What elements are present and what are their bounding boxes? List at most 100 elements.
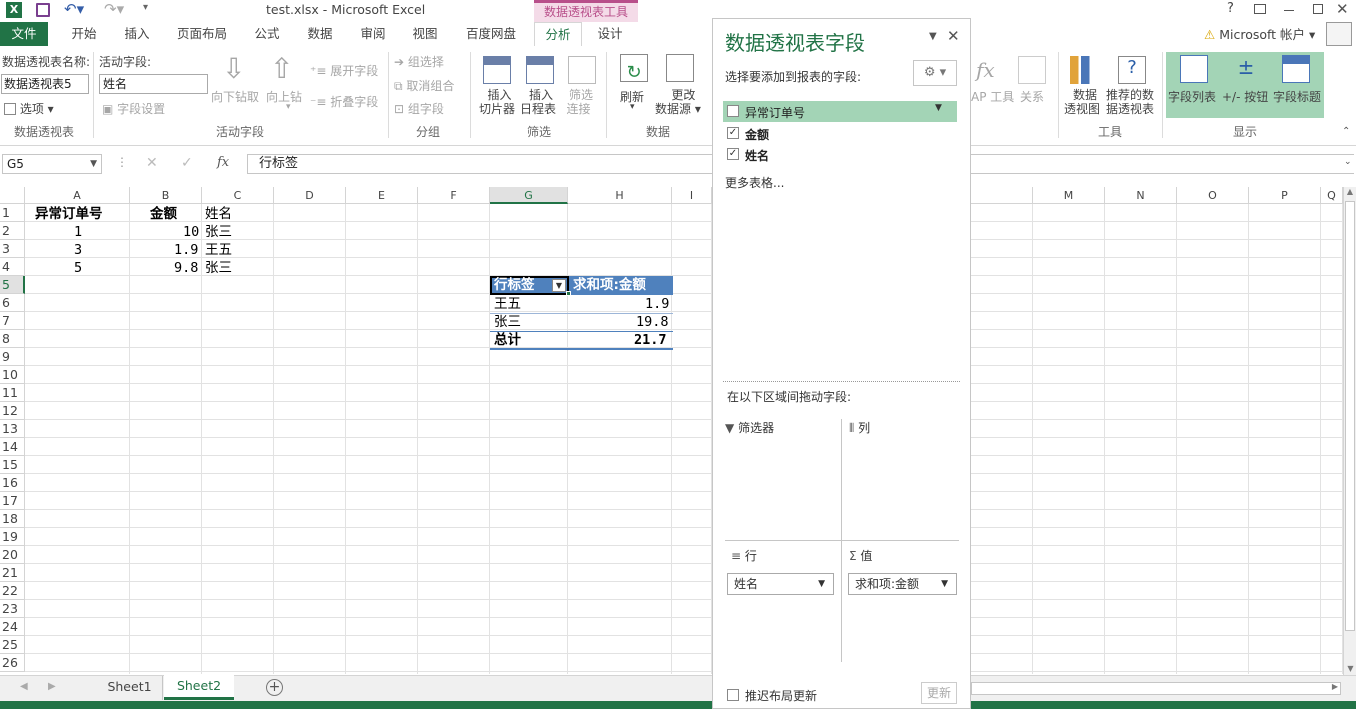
- cell-b1[interactable]: 金额: [150, 205, 177, 223]
- save-icon[interactable]: [36, 3, 50, 17]
- row-header[interactable]: 13: [0, 420, 25, 438]
- customize-qat-icon[interactable]: ▾: [143, 2, 148, 13]
- rows-area[interactable]: ≡ 行: [731, 547, 841, 657]
- row-header[interactable]: 4: [0, 258, 25, 276]
- update-button[interactable]: 更新: [921, 682, 957, 704]
- pivot-row-name-0[interactable]: 王五: [494, 295, 521, 313]
- cell-c2[interactable]: 张三: [205, 223, 232, 241]
- values-area[interactable]: Σ 值: [849, 547, 959, 657]
- sheet-tab-1[interactable]: Sheet1: [97, 676, 163, 700]
- row-header[interactable]: 11: [0, 384, 25, 402]
- column-header[interactable]: B: [130, 187, 202, 204]
- help-icon[interactable]: ?: [1227, 1, 1234, 16]
- row-header[interactable]: 22: [0, 582, 25, 600]
- column-header[interactable]: E: [346, 187, 418, 204]
- pivot-filter-dropdown-icon[interactable]: ▼: [552, 279, 566, 292]
- tab-view[interactable]: 视图: [404, 22, 446, 46]
- panel-splitter[interactable]: [723, 381, 960, 382]
- avatar[interactable]: [1326, 22, 1352, 46]
- tab-review[interactable]: 审阅: [352, 22, 394, 46]
- ribbon-options-icon[interactable]: [1254, 4, 1266, 14]
- tab-home[interactable]: 开始: [62, 22, 106, 46]
- pivot-row-name-1[interactable]: 张三: [494, 313, 521, 331]
- tab-analyze[interactable]: 分析: [534, 22, 582, 46]
- cell-a4[interactable]: 5: [74, 259, 82, 277]
- row-header[interactable]: 26: [0, 654, 25, 672]
- fill-handle[interactable]: [566, 291, 571, 296]
- scroll-up-icon[interactable]: ▲: [1344, 187, 1356, 196]
- row-header[interactable]: 21: [0, 564, 25, 582]
- tab-file[interactable]: 文件: [0, 22, 48, 46]
- row-header[interactable]: 18: [0, 510, 25, 528]
- scroll-thumb[interactable]: [1345, 201, 1355, 631]
- minimize-icon[interactable]: [1284, 10, 1294, 11]
- cell-a2[interactable]: 1: [74, 223, 82, 241]
- cell-a1[interactable]: 异常订单号: [35, 205, 103, 223]
- row-header[interactable]: 8: [0, 330, 25, 348]
- expand-formula-icon[interactable]: ⌄: [1344, 157, 1352, 167]
- defer-update-checkbox[interactable]: [727, 689, 739, 701]
- row-header[interactable]: 6: [0, 294, 25, 312]
- cell-a3[interactable]: 3: [74, 241, 82, 259]
- account-label[interactable]: ⚠ Microsoft 帐户 ▾: [1204, 24, 1315, 43]
- field-checkbox-1[interactable]: ✓: [727, 127, 739, 139]
- pivot-row-value-0[interactable]: 1.9: [645, 295, 669, 313]
- more-tables-link[interactable]: 更多表格...: [725, 174, 784, 191]
- column-header[interactable]: O: [1177, 187, 1249, 204]
- tab-baidu[interactable]: 百度网盘: [458, 22, 524, 46]
- insert-function-icon[interactable]: fx: [217, 155, 229, 170]
- collapse-ribbon-icon[interactable]: ⌃: [1342, 126, 1350, 137]
- field-item-2[interactable]: ✓ 姓名: [723, 144, 957, 165]
- column-header[interactable]: F: [418, 187, 490, 204]
- row-header[interactable]: 9: [0, 348, 25, 366]
- row-header[interactable]: 17: [0, 492, 25, 510]
- restore-icon[interactable]: [1313, 4, 1323, 14]
- horizontal-scrollbar[interactable]: ▶: [971, 682, 1341, 695]
- panel-close-icon[interactable]: ✕: [947, 27, 960, 45]
- field-item-1[interactable]: ✓ 金额: [723, 123, 957, 144]
- enter-formula-icon[interactable]: ✓: [181, 155, 193, 171]
- row-header[interactable]: 24: [0, 618, 25, 636]
- sheet-tab-2[interactable]: Sheet2: [164, 675, 234, 700]
- filter-connections-button[interactable]: 筛选 连接: [564, 88, 594, 116]
- undo-icon[interactable]: ↶▾: [64, 0, 84, 18]
- panel-menu-icon[interactable]: ▼: [929, 31, 937, 42]
- cell-b3[interactable]: 1.9: [174, 241, 198, 259]
- tab-design[interactable]: 设计: [588, 22, 632, 46]
- row-header[interactable]: 5: [0, 276, 25, 294]
- column-header[interactable]: P: [1249, 187, 1321, 204]
- cell-c1[interactable]: 姓名: [205, 205, 232, 223]
- column-header[interactable]: D: [274, 187, 346, 204]
- pivot-total-label[interactable]: 总计: [494, 331, 521, 349]
- pivot-row-value-1[interactable]: 19.8: [636, 313, 669, 331]
- cell-c3[interactable]: 王五: [205, 241, 232, 259]
- close-window-icon[interactable]: ✕: [1336, 0, 1349, 18]
- field-checkbox-0[interactable]: [727, 105, 739, 117]
- options-button[interactable]: 选项 ▾: [4, 100, 54, 117]
- plus-minus-button[interactable]: +/- 按钮: [1222, 88, 1268, 105]
- sheet-prev-icon[interactable]: ◀: [20, 681, 28, 692]
- column-header[interactable]: M: [1033, 187, 1105, 204]
- cell-b4[interactable]: 9.8: [174, 259, 198, 277]
- recommended-pivot-button[interactable]: 推荐的数 据透视表: [1106, 88, 1154, 116]
- tab-insert[interactable]: 插入: [116, 22, 158, 46]
- group-field-button[interactable]: ⊡ 组字段: [394, 100, 444, 117]
- panel-tools-button[interactable]: ⚙ ▾: [913, 60, 957, 86]
- column-header[interactable]: Q: [1321, 187, 1343, 204]
- row-header[interactable]: 19: [0, 528, 25, 546]
- cell-b2[interactable]: 10: [183, 223, 199, 241]
- worksheet-grid[interactable]: ABCDEFGHI 1 2 3 4 5 6 7 8 9 10 11 12 13 14 15 16 17 18 19 2…: [0, 187, 712, 674]
- row-header[interactable]: 25: [0, 636, 25, 654]
- scroll-right-icon[interactable]: ▶: [1332, 682, 1338, 691]
- column-header[interactable]: [971, 187, 1033, 204]
- add-sheet-icon[interactable]: +: [266, 679, 283, 696]
- sheet-next-icon[interactable]: ▶: [48, 681, 56, 692]
- insert-slicer-button[interactable]: 插入 切片器: [479, 88, 515, 116]
- field-item-0[interactable]: 异常订单号 ▼: [723, 101, 957, 122]
- pivotchart-button[interactable]: 数据 透视图: [1064, 88, 1100, 116]
- row-header[interactable]: 20: [0, 546, 25, 564]
- row-header[interactable]: 2: [0, 222, 25, 240]
- change-source-button[interactable]: 更改 数据源 ▾: [655, 88, 701, 116]
- column-header[interactable]: N: [1105, 187, 1177, 204]
- olap-tools-button[interactable]: AP 工具: [971, 88, 1014, 105]
